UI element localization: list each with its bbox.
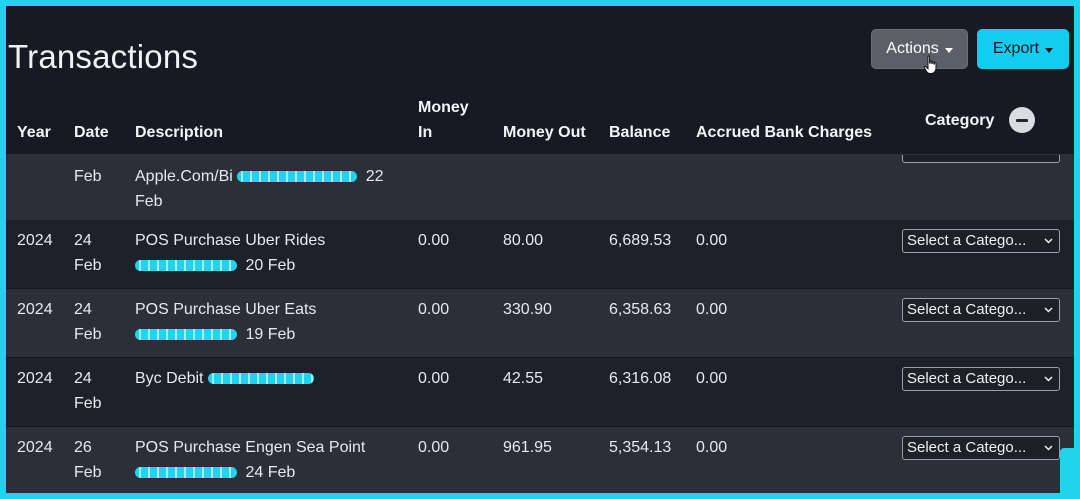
table-cell-description: POS Purchase Uber Eats 19 Feb	[135, 297, 405, 347]
table-cell-description: Byc Debit	[135, 366, 405, 391]
category-select-value: Select a Catego...	[907, 370, 1027, 387]
table-cell-date: 24 Feb	[74, 232, 102, 274]
description-text: POS Purchase Uber Rides	[135, 232, 326, 249]
table-cell-accrued: 0.00	[696, 370, 728, 387]
redacted-mask	[135, 329, 237, 341]
table-cell-money-out: 961.95	[503, 439, 552, 456]
export-button[interactable]: Export	[977, 29, 1069, 69]
table-cell-year: 2024	[17, 301, 53, 318]
chevron-down-icon	[1044, 445, 1053, 451]
category-select-value: Select a Catego...	[907, 232, 1027, 249]
page-title: Transactions	[8, 38, 199, 75]
column-header-year[interactable]: Year	[17, 120, 51, 145]
column-header-category[interactable]: Category	[925, 108, 994, 133]
table-row: 2024 24 Feb POS Purchase Uber Rides 20 F…	[6, 220, 1074, 289]
category-select[interactable]: Select a Catego...	[902, 229, 1060, 253]
redacted-mask	[135, 467, 237, 479]
table-cell-year: 2024	[17, 232, 53, 249]
description-suffix: 20 Feb	[245, 257, 296, 274]
table-cell-money-in: 0.00	[418, 301, 450, 318]
column-header-money-in[interactable]: Money In	[418, 95, 478, 145]
category-select-value: Select a Catego...	[907, 301, 1027, 318]
table-cell-balance: 5,354.13	[609, 439, 672, 456]
description-text: POS Purchase Uber Eats	[135, 301, 317, 318]
table-cell-accrued: 0.00	[696, 301, 728, 318]
redacted-mask	[207, 373, 314, 385]
column-header-description[interactable]: Description	[135, 120, 223, 145]
table-cell-accrued: 0.00	[696, 439, 728, 456]
redacted-mask	[237, 171, 358, 183]
chevron-down-icon	[1044, 307, 1053, 313]
export-button-label: Export	[992, 40, 1040, 57]
description-text: Apple.Com/Bi	[135, 168, 233, 185]
table-cell-money-out: 42.55	[503, 370, 544, 387]
table-cell-money-in: 0.00	[418, 370, 450, 387]
table-cell-money-in: 0.00	[418, 232, 450, 249]
table-row: 2024 26 Feb POS Purchase Engen Sea Point…	[6, 427, 1074, 493]
redacted-mask	[135, 260, 237, 272]
hand-pointer-icon	[923, 55, 937, 74]
app-frame: Transactions Actions Export Feb Apple.Co…	[6, 6, 1074, 493]
category-select[interactable]: Select a Catego...	[902, 298, 1060, 322]
caret-down-icon	[1045, 47, 1054, 53]
table-header: Year Date Description Money In Money Out…	[6, 88, 1074, 155]
caret-down-icon	[944, 47, 953, 53]
table-cell-description: POS Purchase Uber Rides 20 Feb	[135, 228, 405, 278]
minus-circle-icon[interactable]	[1009, 107, 1035, 133]
table-row: 2024 24 Feb Byc Debit 0.00 42.55 6,316.0…	[6, 358, 1074, 427]
chevron-down-icon	[1044, 376, 1053, 382]
table-cell-money-in: 0.00	[418, 439, 450, 456]
table-cell-balance: 6,689.53	[609, 232, 672, 249]
table-cell-balance: 6,316.08	[609, 370, 672, 387]
table-cell-date: 26 Feb	[74, 439, 102, 481]
scroll-tab-handle[interactable]	[1060, 448, 1074, 493]
table-cell-date: 24 Feb	[74, 301, 102, 343]
category-select[interactable]: Select a Catego...	[902, 367, 1060, 391]
table-cell-description: POS Purchase Engen Sea Point 24 Feb	[135, 435, 405, 485]
table-cell-year: 2024	[17, 370, 53, 387]
description-text: POS Purchase Engen Sea Point	[135, 439, 366, 456]
table-cell-money-out: 330.90	[503, 301, 552, 318]
description-suffix: 19 Feb	[245, 326, 296, 343]
chevron-down-icon	[1044, 238, 1053, 244]
table-cell-date: 24 Feb	[74, 370, 102, 412]
table-cell-money-out: 80.00	[503, 232, 544, 249]
table-row: 2024 24 Feb POS Purchase Uber Eats 19 Fe…	[6, 289, 1074, 358]
column-header-money-out[interactable]: Money Out	[503, 120, 586, 145]
description-text: Byc Debit	[135, 370, 204, 387]
table-cell-balance: 6,358.63	[609, 301, 672, 318]
column-header-accrued-bank-charges[interactable]: Accrued Bank Charges	[696, 120, 872, 145]
table-cell-accrued: 0.00	[696, 232, 728, 249]
category-select-value: Select a Catego...	[907, 439, 1027, 456]
table-cell-date: Feb	[74, 168, 102, 185]
column-header-balance[interactable]: Balance	[609, 120, 670, 145]
description-suffix: 24 Feb	[245, 464, 296, 481]
column-header-date[interactable]: Date	[74, 120, 109, 145]
table-cell-year: 2024	[17, 439, 53, 456]
table-cell-description: Apple.Com/Bi 22 Feb	[135, 164, 405, 214]
actions-button[interactable]: Actions	[871, 29, 968, 69]
category-select[interactable]: Select a Catego...	[902, 436, 1060, 460]
